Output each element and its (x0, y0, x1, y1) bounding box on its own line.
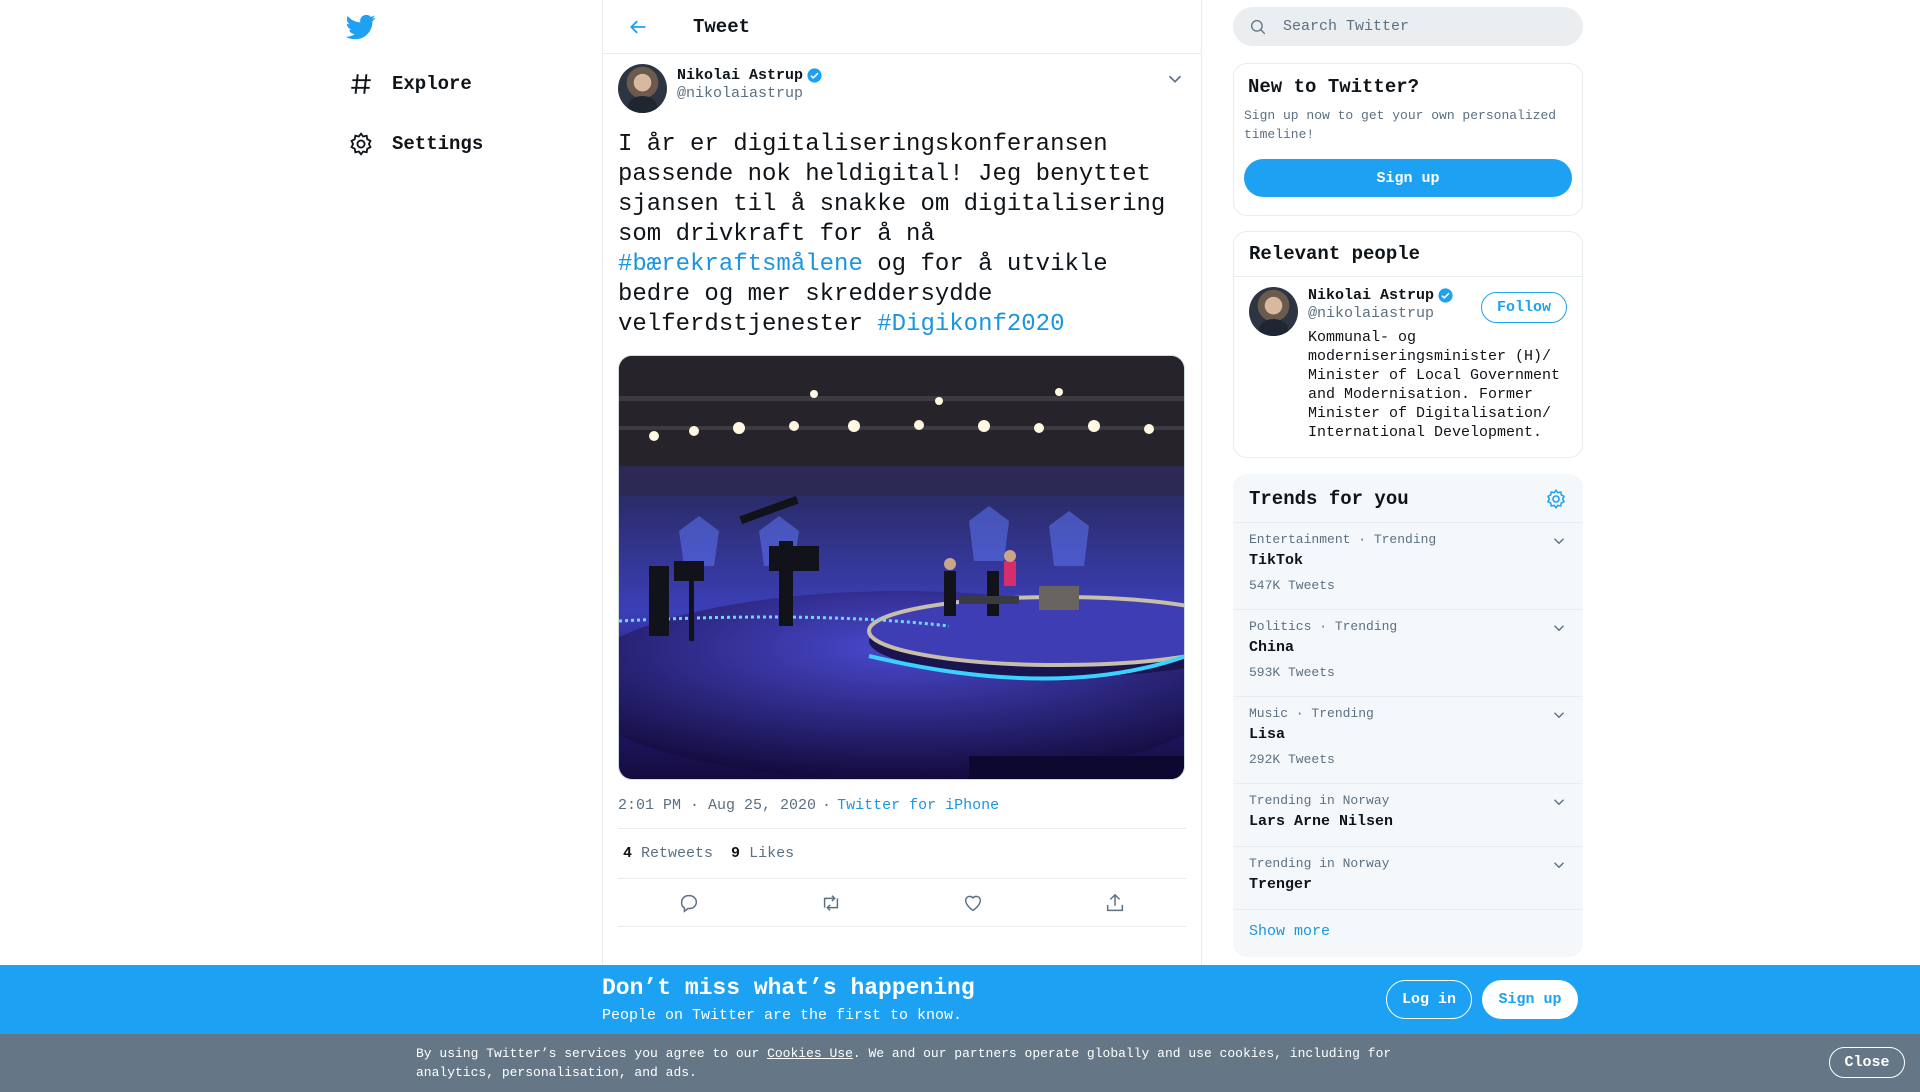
log-in-button[interactable]: Log in (1386, 980, 1472, 1019)
trend-item[interactable]: Trending in Norway Trenger (1234, 847, 1582, 910)
card-subtitle: Sign up now to get your own personalized… (1244, 108, 1557, 142)
nav-settings-label: Settings (392, 133, 484, 155)
author-handle[interactable]: @nikolaiastrup (677, 85, 823, 102)
search-bar[interactable] (1233, 7, 1583, 46)
tweet-author: Nikolai Astrup @nikolaiastrup (618, 64, 1186, 116)
trend-name: Trenger (1249, 876, 1313, 893)
trend-count: 292K Tweets (1249, 752, 1335, 767)
chevron-down-icon[interactable] (1550, 619, 1568, 637)
nav-settings[interactable]: Settings (348, 124, 483, 164)
chevron-down-icon[interactable] (1550, 706, 1568, 724)
author-name[interactable]: Nikolai Astrup (677, 67, 803, 84)
tweet-timestamp[interactable]: 2:01 PM · Aug 25, 2020 (618, 797, 816, 814)
banner-subtitle: People on Twitter are the first to know. (602, 1007, 963, 1024)
verified-badge-icon (1438, 288, 1453, 303)
chevron-down-icon[interactable] (1550, 793, 1568, 811)
avatar[interactable] (618, 64, 667, 113)
person-row[interactable]: Nikolai Astrup @nikolaiastrup Kommunal- … (1234, 277, 1582, 452)
trend-context: Entertainment · Trending (1249, 532, 1437, 547)
back-button[interactable] (623, 12, 653, 42)
retweet-button[interactable] (813, 885, 849, 921)
nav-explore-label: Explore (392, 73, 472, 95)
likes-stat[interactable]: 9 Likes (731, 845, 794, 862)
trend-name: TikTok (1249, 552, 1304, 569)
trend-context: Music · Trending (1249, 706, 1374, 721)
trend-count: 593K Tweets (1249, 665, 1335, 680)
page-title: Tweet (693, 15, 751, 38)
hashtag-link[interactable]: #bærekraftsmålene (618, 251, 863, 278)
likes-count: 9 (731, 845, 741, 862)
reply-button[interactable] (671, 885, 707, 921)
close-button[interactable]: Close (1829, 1047, 1905, 1078)
cookie-banner: By using Twitter’s services you agree to… (0, 1034, 1920, 1092)
hashtag-link[interactable]: #Digikonf2020 (877, 311, 1064, 338)
tweet-text: I år er digitaliseringskonferansen passe… (618, 130, 1188, 340)
tweet-meta: 2:01 PM · Aug 25, 2020 · Twitter for iPh… (618, 794, 1186, 816)
trend-name: China (1249, 639, 1295, 656)
trend-item[interactable]: Politics · Trending China 593K Tweets (1234, 610, 1582, 697)
retweet-icon (823, 894, 839, 911)
share-button[interactable] (1097, 885, 1133, 921)
new-to-twitter-card: New to Twitter? Sign up now to get your … (1233, 63, 1583, 216)
trend-item[interactable]: Trending in Norway Lars Arne Nilsen (1234, 784, 1582, 847)
card-title: Relevant people (1234, 232, 1582, 277)
banner-title: Don’t miss what’s happening (602, 975, 975, 1001)
trend-count: 547K Tweets (1249, 578, 1335, 593)
page-header: Tweet (603, 0, 1201, 54)
share-icon (1106, 893, 1124, 911)
like-button[interactable] (955, 885, 991, 921)
tweet-stats: 4 Retweets 9 Likes (618, 828, 1186, 879)
trend-name: Lars Arne Nilsen (1249, 813, 1394, 830)
verified-badge-icon (807, 68, 822, 83)
cookies-use-link[interactable]: Cookies Use (767, 1046, 853, 1061)
show-more-link[interactable]: Show more (1234, 910, 1582, 953)
sign-up-button[interactable]: Sign up (1482, 980, 1578, 1019)
tweet: Nikolai Astrup @nikolaiastrup I år er di… (603, 54, 1201, 927)
chevron-down-icon[interactable] (1550, 856, 1568, 874)
heart-icon (964, 895, 982, 911)
chevron-down-icon[interactable] (1550, 532, 1568, 550)
chevron-down-icon[interactable] (1164, 68, 1186, 90)
follow-button[interactable]: Follow (1480, 292, 1567, 323)
separator: · (822, 796, 832, 814)
likes-label: Likes (749, 845, 795, 862)
cookie-text-part: By using Twitter’s services you agree to… (416, 1046, 768, 1061)
relevant-people-card: Relevant people Nikolai Astrup @nikolaia… (1233, 231, 1583, 458)
tv-studio-photo (619, 356, 1184, 779)
signup-banner: Don’t miss what’s happening People on Tw… (0, 965, 1920, 1034)
tweet-text-part: I år er digitaliseringskonferansen passe… (618, 131, 1180, 248)
cookie-text: By using Twitter’s services you agree to… (416, 1044, 1416, 1082)
card-title: New to Twitter? (1248, 76, 1420, 98)
sign-up-button[interactable]: Sign up (1244, 159, 1572, 197)
arrow-left-icon (630, 20, 646, 33)
person-name[interactable]: Nikolai Astrup (1308, 287, 1434, 304)
reply-icon (680, 894, 698, 913)
trend-name: Lisa (1249, 726, 1286, 743)
trend-item[interactable]: Music · Trending Lisa 292K Tweets (1234, 697, 1582, 784)
tweet-photo[interactable] (618, 355, 1185, 780)
trend-context: Trending in Norway (1249, 856, 1390, 871)
retweets-stat[interactable]: 4 Retweets (623, 845, 713, 862)
person-bio: Kommunal- og moderniseringsminister (H)/… (1308, 329, 1561, 441)
retweets-count: 4 (623, 845, 633, 862)
retweets-label: Retweets (641, 845, 714, 862)
trend-context: Trending in Norway (1249, 793, 1390, 808)
search-icon (1250, 19, 1266, 34)
twitter-bird-icon[interactable] (346, 12, 376, 42)
trends-card: Trends for you Entertainment · Trending … (1233, 474, 1583, 957)
main-column: Tweet Nikolai Astrup @nikolaiastrup I år… (602, 0, 1202, 965)
tweet-source-link[interactable]: Twitter for iPhone (837, 797, 999, 814)
gear-icon (350, 132, 372, 156)
avatar[interactable] (1249, 287, 1298, 336)
hashtag-icon (351, 74, 371, 94)
gear-icon[interactable] (1545, 488, 1567, 510)
tweet-actions (618, 879, 1186, 927)
trend-context: Politics · Trending (1249, 619, 1398, 634)
search-input[interactable] (1283, 18, 1563, 35)
card-title: Trends for you (1249, 487, 1409, 510)
trend-item[interactable]: Entertainment · Trending TikTok 547K Twe… (1234, 523, 1582, 610)
nav-explore[interactable]: Explore (348, 64, 472, 104)
